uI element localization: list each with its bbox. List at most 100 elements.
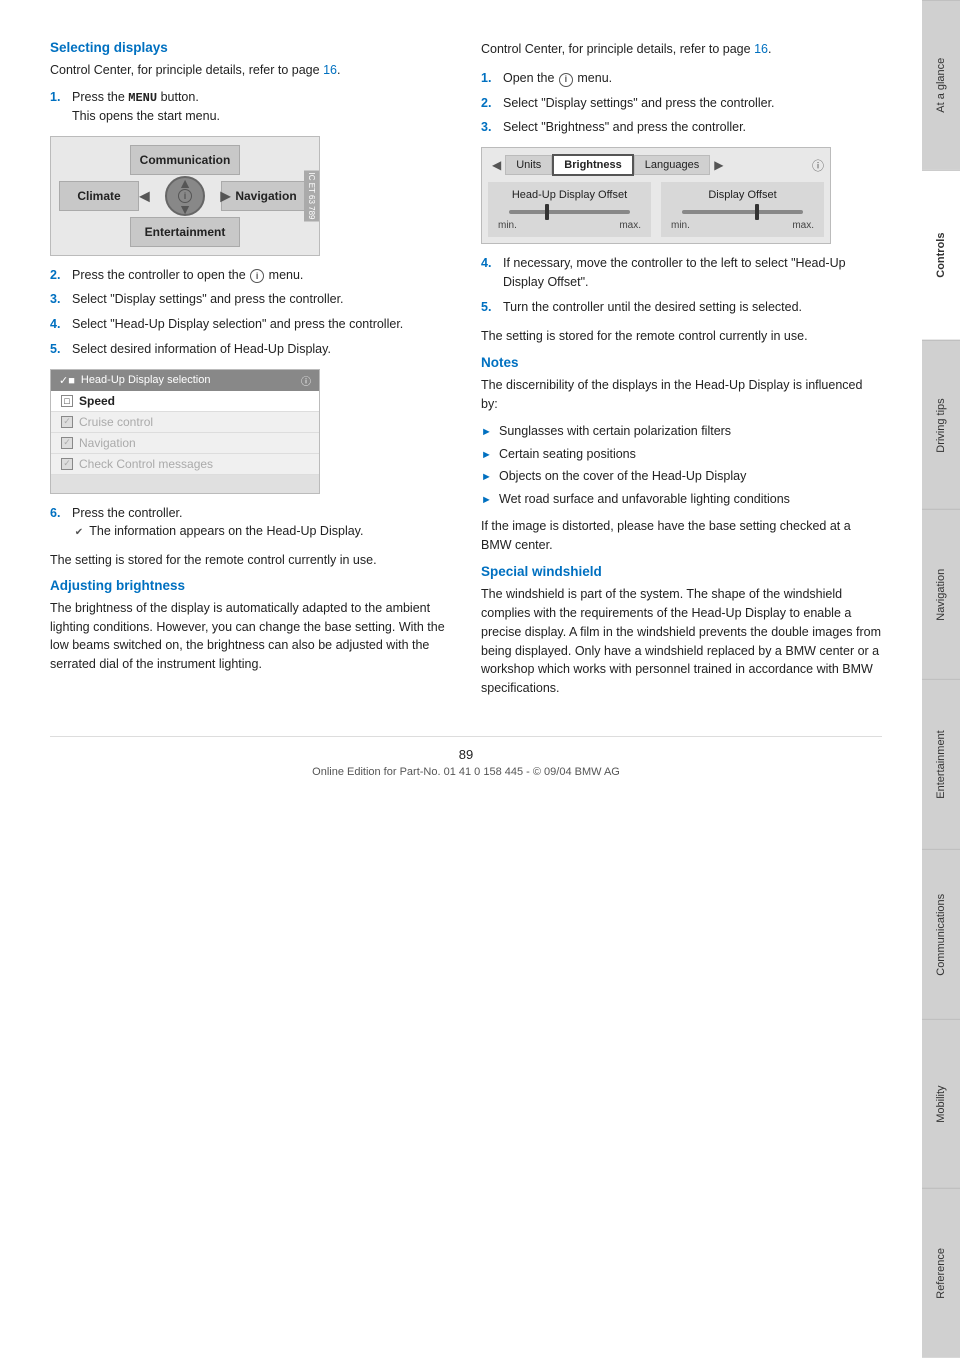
triangle-icon-2: ► — [481, 447, 493, 464]
triangle-icon-1: ► — [481, 424, 493, 441]
hud-item-nav[interactable]: ✓ Navigation — [51, 433, 319, 454]
nav-arrow-up: ▲ — [178, 175, 192, 191]
brightness-tabs: ◀ Units Brightness Languages ▶ ⓘ — [488, 154, 824, 176]
hud-title-bar: ✓■ Head-Up Display selection ⓘ — [51, 370, 319, 391]
menu-bold: MENU — [128, 91, 157, 105]
hud-checkbox-nav: ✓ — [61, 437, 73, 449]
right-step-5: 5. Turn the controller until the desired… — [481, 298, 882, 317]
right-step-2: 2. Select "Display settings" and press t… — [481, 94, 882, 113]
diagram-tag: IC ET 63 789 — [304, 170, 319, 221]
tab-languages[interactable]: Languages — [634, 155, 710, 175]
section2-heading: Adjusting brightness — [50, 578, 451, 593]
main-content: Selecting displays Control Center, for p… — [0, 0, 922, 1358]
hud-label-check: Check Control messages — [79, 457, 213, 471]
sidebar-tab-mobility[interactable]: Mobility — [922, 1019, 960, 1189]
hud-checkbox-check: ✓ — [61, 458, 73, 470]
right-step-3: 3. Select "Brightness" and press the con… — [481, 118, 882, 137]
footer-copyright: Online Edition for Part-No. 01 41 0 158 … — [50, 766, 882, 778]
left-column: Selecting displays Control Center, for p… — [50, 40, 451, 706]
step-4: 4. Select "Head-Up Display selection" an… — [50, 315, 451, 334]
note-item-3: ► Objects on the cover of the Head-Up Di… — [481, 467, 882, 486]
right-intro: Control Center, for principle details, r… — [481, 40, 882, 59]
notes-heading: Notes — [481, 355, 882, 370]
slider-labels-2: min. max. — [667, 220, 818, 231]
tab-units[interactable]: Units — [505, 155, 552, 175]
triangle-icon-3: ► — [481, 469, 493, 486]
hud-label-nav: Navigation — [79, 436, 136, 450]
note-item-1: ► Sunglasses with certain polarization f… — [481, 422, 882, 441]
hud-label-cruise: Cruise control — [79, 415, 153, 429]
hud-title-icon: ⓘ — [301, 373, 311, 388]
hud-title-text: Head-Up Display selection — [81, 374, 211, 386]
nav-diagram-inner: Communication Climate Navigation Enterta… — [51, 137, 319, 255]
page-ref-link[interactable]: 16 — [323, 63, 337, 77]
slider-max-1: max. — [619, 220, 641, 231]
nav-climate: Climate — [59, 181, 139, 211]
checkmark-icon: ✔ — [72, 526, 86, 540]
hud-empty-row — [51, 475, 319, 493]
sidebar: At a glance Controls Driving tips Naviga… — [922, 0, 960, 1358]
sidebar-tab-reference[interactable]: Reference — [922, 1188, 960, 1358]
brightness-settings-icon: ⓘ — [812, 157, 824, 174]
info-icon-r1: i — [559, 73, 573, 87]
right-column: Control Center, for principle details, r… — [481, 40, 882, 706]
notes-intro: The discernibility of the displays in th… — [481, 376, 882, 414]
right-steps: 1. Open the i menu. 2. Select "Display s… — [481, 69, 882, 137]
sidebar-tab-controls[interactable]: Controls — [922, 170, 960, 340]
step-1: 1. Press the MENU button.This opens the … — [50, 88, 451, 126]
section2-text: The brightness of the display is automat… — [50, 599, 451, 674]
hud-item-check[interactable]: ✓ Check Control messages — [51, 454, 319, 475]
hud-item-speed[interactable]: □ Speed — [51, 391, 319, 412]
hud-checkbox-speed: □ — [61, 395, 73, 407]
hud-selection-box: ✓■ Head-Up Display selection ⓘ □ Speed ✓… — [50, 369, 320, 494]
step-3: 3. Select "Display settings" and press t… — [50, 290, 451, 309]
sidebar-tab-driving-tips[interactable]: Driving tips — [922, 340, 960, 510]
step-5: 5. Select desired information of Head-Up… — [50, 340, 451, 359]
nav-arrow-right: ▶ — [220, 187, 231, 204]
section1-intro: Control Center, for principle details, r… — [50, 61, 451, 80]
right-page-ref[interactable]: 16 — [754, 42, 768, 56]
step-6: 6. Press the controller.✔ The informatio… — [50, 504, 451, 542]
slider-thumb-1[interactable] — [545, 204, 549, 220]
nav-arrow-down: ▼ — [178, 201, 192, 217]
note-item-2: ► Certain seating positions — [481, 445, 882, 464]
hud-checkbox-cruise: ✓ — [61, 416, 73, 428]
brightness-panel-2: Display Offset min. max. — [661, 182, 824, 237]
brightness-box: ◀ Units Brightness Languages ▶ ⓘ Head-Up… — [481, 147, 831, 244]
special-text: The windshield is part of the system. Th… — [481, 585, 882, 698]
slider-track-1[interactable] — [509, 210, 630, 214]
slider-track-2[interactable] — [682, 210, 803, 214]
setting-stored-2: The setting is stored for the remote con… — [481, 327, 882, 346]
sidebar-tab-navigation[interactable]: Navigation — [922, 509, 960, 679]
nav-arrow-left: ◀ — [139, 187, 150, 204]
brightness-content: Head-Up Display Offset min. max. Display… — [488, 182, 824, 237]
sidebar-tab-communications[interactable]: Communications — [922, 849, 960, 1019]
page-number: 89 — [50, 747, 882, 762]
panel2-title: Display Offset — [667, 188, 818, 202]
brightness-panel-1: Head-Up Display Offset min. max. — [488, 182, 651, 237]
setting-stored-1: The setting is stored for the remote con… — [50, 551, 451, 570]
hud-item-cruise[interactable]: ✓ Cruise control — [51, 412, 319, 433]
note-item-4: ► Wet road surface and unfavorable light… — [481, 490, 882, 509]
sidebar-tab-entertainment[interactable]: Entertainment — [922, 679, 960, 849]
panel1-title: Head-Up Display Offset — [494, 188, 645, 202]
nav-navigation-box: Navigation — [221, 181, 311, 211]
steps-list-3: 6. Press the controller.✔ The informatio… — [50, 504, 451, 542]
hud-label-speed: Speed — [79, 394, 115, 408]
page-footer: 89 Online Edition for Part-No. 01 41 0 1… — [50, 736, 882, 798]
notes-list: ► Sunglasses with certain polarization f… — [481, 422, 882, 509]
section1-heading: Selecting displays — [50, 40, 451, 55]
slider-min-1: min. — [498, 220, 517, 231]
slider-thumb-2[interactable] — [755, 204, 759, 220]
sidebar-tab-at-a-glance[interactable]: At a glance — [922, 0, 960, 170]
notes-footer: If the image is distorted, please have t… — [481, 517, 882, 555]
tab-brightness[interactable]: Brightness — [552, 154, 633, 176]
right-step-4: 4. If necessary, move the controller to … — [481, 254, 882, 292]
tab-arrow-right: ▶ — [710, 158, 727, 172]
tab-arrow-left: ◀ — [488, 158, 505, 172]
right-steps-2: 4. If necessary, move the controller to … — [481, 254, 882, 316]
slider-max-2: max. — [792, 220, 814, 231]
slider-min-2: min. — [671, 220, 690, 231]
nav-entertainment: Entertainment — [130, 217, 240, 247]
right-step-1: 1. Open the i menu. — [481, 69, 882, 88]
